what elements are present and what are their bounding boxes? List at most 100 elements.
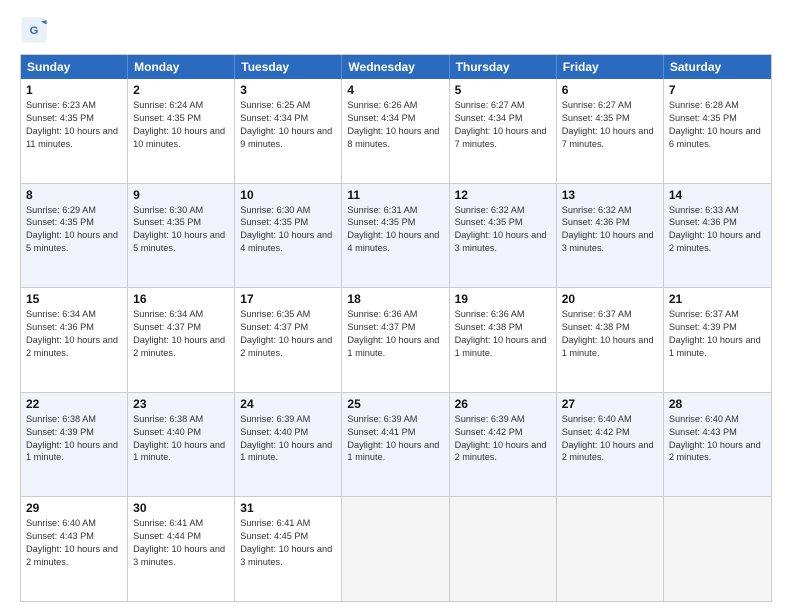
cal-header-day: Thursday [450, 55, 557, 79]
sunset-line: Sunset: 4:43 PM [26, 530, 122, 543]
calendar-cell: 16 Sunrise: 6:34 AM Sunset: 4:37 PM Dayl… [128, 288, 235, 392]
sunset-line: Sunset: 4:35 PM [240, 216, 336, 229]
day-number: 23 [133, 397, 229, 411]
sunrise-line: Sunrise: 6:34 AM [26, 308, 122, 321]
sunrise-line: Sunrise: 6:33 AM [669, 204, 766, 217]
day-number: 12 [455, 188, 551, 202]
cal-header-day: Wednesday [342, 55, 449, 79]
day-number: 14 [669, 188, 766, 202]
day-number: 3 [240, 83, 336, 97]
calendar-cell: 25 Sunrise: 6:39 AM Sunset: 4:41 PM Dayl… [342, 393, 449, 497]
calendar-cell: 18 Sunrise: 6:36 AM Sunset: 4:37 PM Dayl… [342, 288, 449, 392]
calendar-cell [450, 497, 557, 601]
cal-header-day: Tuesday [235, 55, 342, 79]
sunset-line: Sunset: 4:40 PM [240, 426, 336, 439]
day-number: 25 [347, 397, 443, 411]
calendar-cell: 11 Sunrise: 6:31 AM Sunset: 4:35 PM Dayl… [342, 184, 449, 288]
sunrise-line: Sunrise: 6:23 AM [26, 99, 122, 112]
sunset-line: Sunset: 4:35 PM [347, 216, 443, 229]
page: G SundayMondayTuesdayWednesdayThursdayFr… [0, 0, 792, 612]
sunset-line: Sunset: 4:36 PM [669, 216, 766, 229]
sunrise-line: Sunrise: 6:30 AM [133, 204, 229, 217]
sunrise-line: Sunrise: 6:27 AM [455, 99, 551, 112]
sunrise-line: Sunrise: 6:29 AM [26, 204, 122, 217]
sunset-line: Sunset: 4:35 PM [562, 112, 658, 125]
sunset-line: Sunset: 4:34 PM [347, 112, 443, 125]
sunset-line: Sunset: 4:42 PM [562, 426, 658, 439]
calendar-body: 1 Sunrise: 6:23 AM Sunset: 4:35 PM Dayli… [21, 79, 771, 601]
daylight-line: Daylight: 10 hours and 3 minutes. [562, 229, 658, 255]
daylight-line: Daylight: 10 hours and 2 minutes. [133, 334, 229, 360]
day-number: 8 [26, 188, 122, 202]
daylight-line: Daylight: 10 hours and 3 minutes. [133, 543, 229, 569]
calendar-cell: 12 Sunrise: 6:32 AM Sunset: 4:35 PM Dayl… [450, 184, 557, 288]
sunset-line: Sunset: 4:36 PM [26, 321, 122, 334]
sunrise-line: Sunrise: 6:24 AM [133, 99, 229, 112]
calendar-cell: 9 Sunrise: 6:30 AM Sunset: 4:35 PM Dayli… [128, 184, 235, 288]
daylight-line: Daylight: 10 hours and 2 minutes. [26, 334, 122, 360]
day-number: 4 [347, 83, 443, 97]
sunrise-line: Sunrise: 6:41 AM [240, 517, 336, 530]
calendar-cell [557, 497, 664, 601]
sunrise-line: Sunrise: 6:39 AM [455, 413, 551, 426]
day-number: 18 [347, 292, 443, 306]
calendar-cell: 3 Sunrise: 6:25 AM Sunset: 4:34 PM Dayli… [235, 79, 342, 183]
calendar-cell: 24 Sunrise: 6:39 AM Sunset: 4:40 PM Dayl… [235, 393, 342, 497]
day-number: 1 [26, 83, 122, 97]
sunrise-line: Sunrise: 6:31 AM [347, 204, 443, 217]
calendar-cell: 10 Sunrise: 6:30 AM Sunset: 4:35 PM Dayl… [235, 184, 342, 288]
sunrise-line: Sunrise: 6:40 AM [26, 517, 122, 530]
calendar-cell: 27 Sunrise: 6:40 AM Sunset: 4:42 PM Dayl… [557, 393, 664, 497]
daylight-line: Daylight: 10 hours and 2 minutes. [455, 439, 551, 465]
sunrise-line: Sunrise: 6:37 AM [669, 308, 766, 321]
daylight-line: Daylight: 10 hours and 1 minute. [133, 439, 229, 465]
sunrise-line: Sunrise: 6:39 AM [347, 413, 443, 426]
calendar-cell [664, 497, 771, 601]
sunrise-line: Sunrise: 6:41 AM [133, 517, 229, 530]
calendar-cell: 1 Sunrise: 6:23 AM Sunset: 4:35 PM Dayli… [21, 79, 128, 183]
daylight-line: Daylight: 10 hours and 2 minutes. [240, 334, 336, 360]
daylight-line: Daylight: 10 hours and 1 minute. [669, 334, 766, 360]
day-number: 15 [26, 292, 122, 306]
daylight-line: Daylight: 10 hours and 5 minutes. [26, 229, 122, 255]
daylight-line: Daylight: 10 hours and 3 minutes. [455, 229, 551, 255]
daylight-line: Daylight: 10 hours and 1 minute. [562, 334, 658, 360]
sunset-line: Sunset: 4:44 PM [133, 530, 229, 543]
calendar-cell: 28 Sunrise: 6:40 AM Sunset: 4:43 PM Dayl… [664, 393, 771, 497]
calendar-row: 15 Sunrise: 6:34 AM Sunset: 4:36 PM Dayl… [21, 287, 771, 392]
sunset-line: Sunset: 4:37 PM [133, 321, 229, 334]
calendar-cell: 17 Sunrise: 6:35 AM Sunset: 4:37 PM Dayl… [235, 288, 342, 392]
calendar-cell: 2 Sunrise: 6:24 AM Sunset: 4:35 PM Dayli… [128, 79, 235, 183]
daylight-line: Daylight: 10 hours and 3 minutes. [240, 543, 336, 569]
cal-header-day: Friday [557, 55, 664, 79]
sunset-line: Sunset: 4:39 PM [26, 426, 122, 439]
sunset-line: Sunset: 4:40 PM [133, 426, 229, 439]
sunrise-line: Sunrise: 6:35 AM [240, 308, 336, 321]
calendar: SundayMondayTuesdayWednesdayThursdayFrid… [20, 54, 772, 602]
calendar-row: 1 Sunrise: 6:23 AM Sunset: 4:35 PM Dayli… [21, 79, 771, 183]
sunset-line: Sunset: 4:35 PM [26, 112, 122, 125]
sunrise-line: Sunrise: 6:40 AM [669, 413, 766, 426]
sunset-line: Sunset: 4:38 PM [562, 321, 658, 334]
day-number: 20 [562, 292, 658, 306]
calendar-cell: 22 Sunrise: 6:38 AM Sunset: 4:39 PM Dayl… [21, 393, 128, 497]
cal-header-day: Saturday [664, 55, 771, 79]
calendar-cell: 13 Sunrise: 6:32 AM Sunset: 4:36 PM Dayl… [557, 184, 664, 288]
daylight-line: Daylight: 10 hours and 6 minutes. [669, 125, 766, 151]
sunrise-line: Sunrise: 6:26 AM [347, 99, 443, 112]
daylight-line: Daylight: 10 hours and 10 minutes. [133, 125, 229, 151]
calendar-cell: 31 Sunrise: 6:41 AM Sunset: 4:45 PM Dayl… [235, 497, 342, 601]
sunset-line: Sunset: 4:41 PM [347, 426, 443, 439]
day-number: 11 [347, 188, 443, 202]
sunrise-line: Sunrise: 6:39 AM [240, 413, 336, 426]
sunset-line: Sunset: 4:43 PM [669, 426, 766, 439]
daylight-line: Daylight: 10 hours and 2 minutes. [669, 229, 766, 255]
daylight-line: Daylight: 10 hours and 2 minutes. [562, 439, 658, 465]
sunset-line: Sunset: 4:34 PM [240, 112, 336, 125]
calendar-row: 22 Sunrise: 6:38 AM Sunset: 4:39 PM Dayl… [21, 392, 771, 497]
cal-header-day: Sunday [21, 55, 128, 79]
sunrise-line: Sunrise: 6:40 AM [562, 413, 658, 426]
calendar-cell: 23 Sunrise: 6:38 AM Sunset: 4:40 PM Dayl… [128, 393, 235, 497]
calendar-cell: 21 Sunrise: 6:37 AM Sunset: 4:39 PM Dayl… [664, 288, 771, 392]
day-number: 19 [455, 292, 551, 306]
